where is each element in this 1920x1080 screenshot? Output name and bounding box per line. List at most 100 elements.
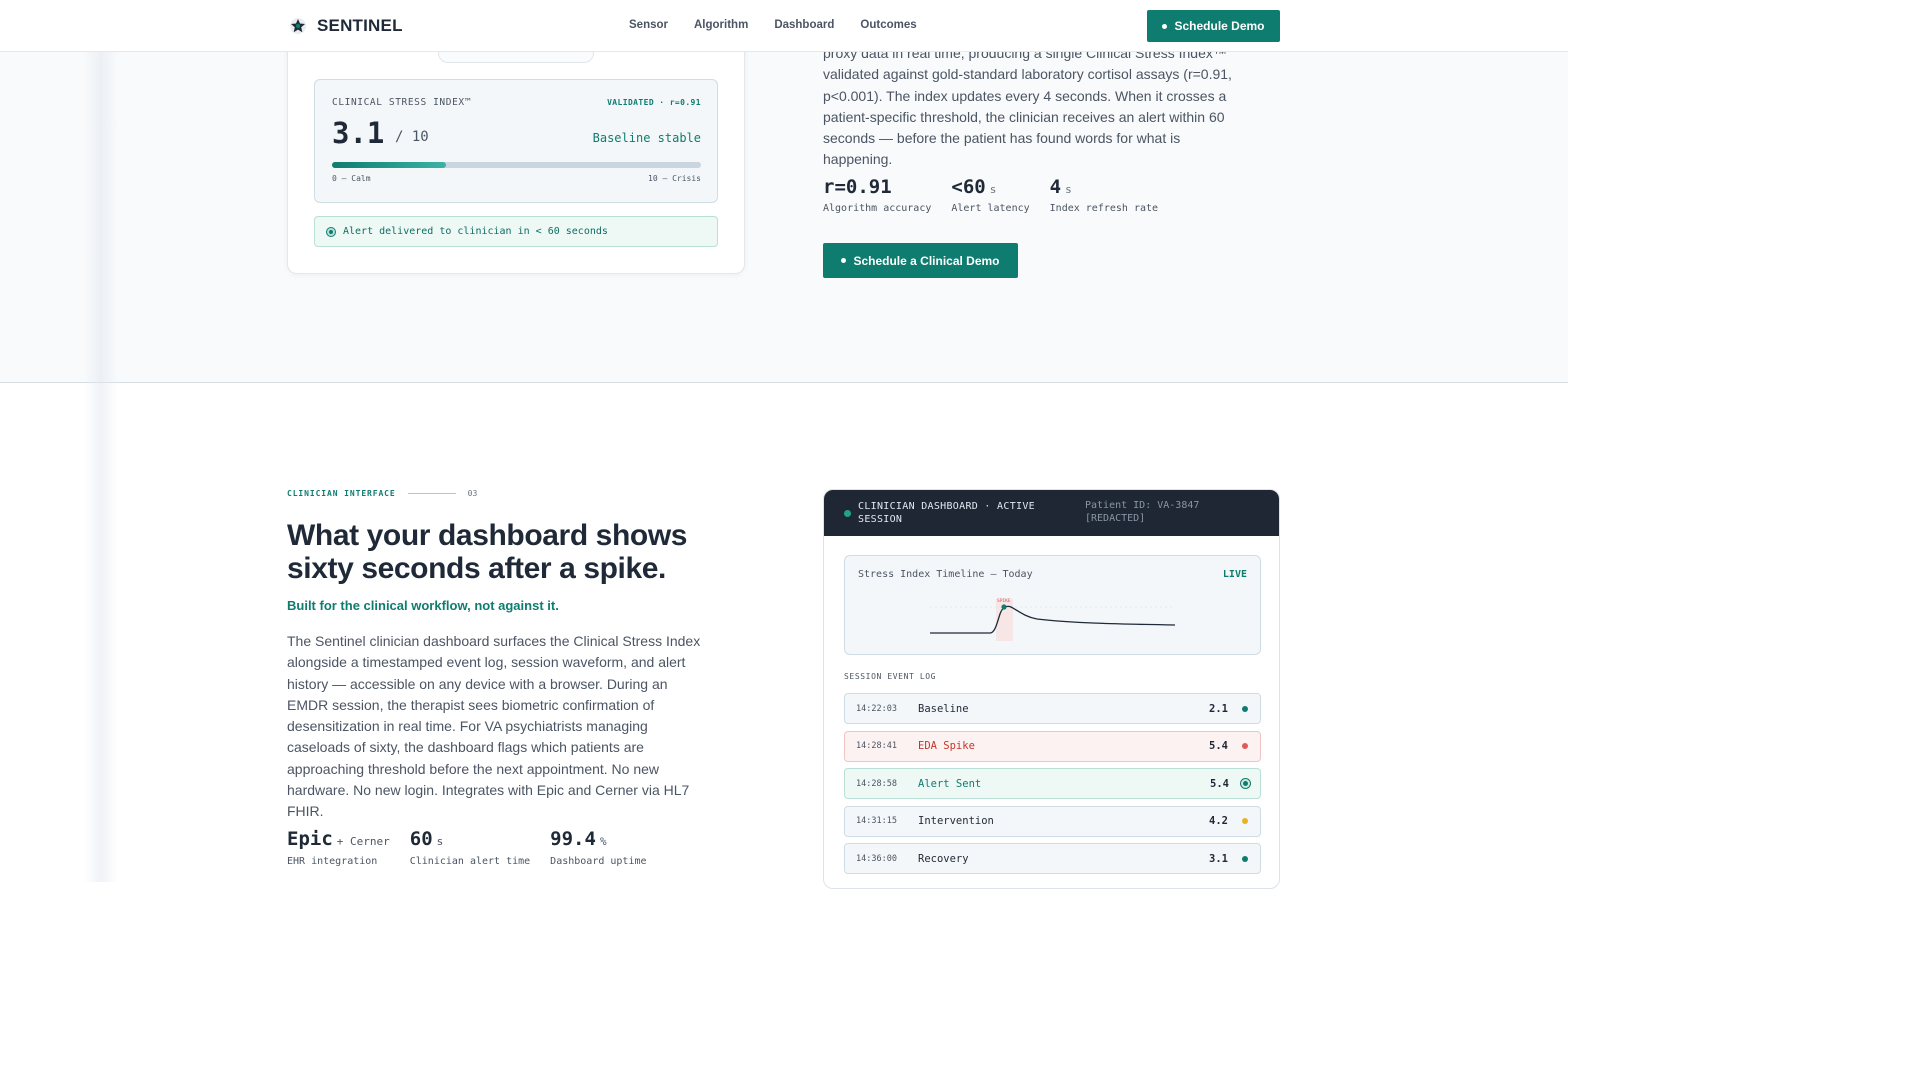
table-row[interactable]: 14:22:03 Baseline 2.1 bbox=[844, 693, 1261, 724]
csi-label: CLINICAL STRESS INDEX™ bbox=[332, 97, 472, 108]
csi-status: Baseline stable bbox=[592, 131, 701, 145]
event-time: 14:22:03 bbox=[856, 703, 897, 714]
event-status-icon bbox=[1242, 743, 1248, 749]
event-status-icon bbox=[1242, 705, 1248, 712]
schedule-clinical-demo-label: Schedule a Clinical Demo bbox=[853, 253, 1000, 268]
nav-link-algorithm[interactable]: Algorithm bbox=[694, 19, 748, 31]
event-value: 3.1 bbox=[1209, 852, 1228, 865]
section-heading: What your dashboard shows sixty seconds … bbox=[287, 519, 688, 585]
validated-badge: VALIDATED · r=0.91 bbox=[607, 98, 701, 107]
intro-stats: r=0.91 Algorithm accuracy <60 s Alert lat… bbox=[823, 176, 1178, 214]
event-time: 14:36:00 bbox=[856, 853, 897, 864]
stat-label: Alert latency bbox=[951, 203, 1030, 214]
event-name: Intervention bbox=[918, 815, 994, 827]
table-row[interactable]: 14:28:41 EDA Spike 5.4 bbox=[844, 730, 1261, 762]
decorative-shade bbox=[84, 0, 118, 882]
csi-value: 3.1 bbox=[332, 116, 385, 150]
bullet-icon bbox=[841, 258, 847, 263]
event-name: Alert Sent bbox=[918, 777, 982, 790]
stat-value: 4 bbox=[1049, 176, 1062, 198]
csi-min-label: 0 — Calm bbox=[332, 174, 371, 183]
event-status-icon bbox=[1242, 818, 1248, 824]
stat-label: Index refresh rate bbox=[1049, 203, 1159, 214]
table-row[interactable]: 14:28:58 Alert Sent 5.4 bbox=[844, 768, 1261, 799]
nav-link-dashboard[interactable]: Dashboard bbox=[774, 19, 834, 31]
csi-progress-fill bbox=[332, 162, 447, 168]
alert-delivered-text: Alert delivered to clinician in < 60 sec… bbox=[343, 226, 608, 237]
csi-progress-track bbox=[332, 162, 701, 168]
table-row[interactable]: 14:31:15 Intervention 4.2 bbox=[844, 805, 1261, 837]
previous-section-band bbox=[0, 0, 1568, 383]
stress-index-card: CLINICAL STRESS INDEX™ VALIDATED · r=0.9… bbox=[287, 20, 745, 274]
stat-label: Algorithm accuracy bbox=[823, 203, 932, 214]
stress-timeline-panel: Stress Index Timeline — Today LIVE SPIKE bbox=[844, 555, 1261, 655]
event-status-icon bbox=[1242, 855, 1248, 862]
stat-ehr: Epic + Cerner EHR integration bbox=[287, 828, 390, 867]
stat-unit: + Cerner bbox=[336, 835, 390, 848]
event-log-label: SESSION EVENT LOG bbox=[844, 672, 937, 681]
stat-label: Clinician alert time bbox=[409, 856, 531, 867]
event-time: 14:28:58 bbox=[856, 778, 897, 789]
eyebrow-divider bbox=[407, 493, 456, 494]
sentinel-logo-icon bbox=[290, 18, 306, 34]
event-value: 4.2 bbox=[1209, 815, 1228, 827]
stat-refresh: 4s Index refresh rate bbox=[1050, 176, 1158, 214]
stat-value: <60 bbox=[951, 176, 986, 198]
stat-alert-time: 60 s Clinician alert time bbox=[410, 828, 530, 867]
stat-uptime: 99.4% Dashboard uptime bbox=[550, 828, 646, 867]
section-number: 03 bbox=[467, 489, 478, 498]
event-status-icon bbox=[1243, 781, 1248, 786]
event-time: 14:31:15 bbox=[856, 816, 897, 826]
patient-id: Patient ID: VA-3847 [REDACTED] bbox=[1085, 500, 1200, 524]
stat-unit: % bbox=[599, 835, 607, 848]
stat-value: r=0.91 bbox=[823, 176, 892, 198]
spike-marker-label: SPIKE bbox=[997, 598, 1011, 604]
eyebrow-text: CLINICIAN INTERFACE bbox=[287, 489, 396, 498]
nav-link-sensor[interactable]: Sensor bbox=[629, 19, 668, 31]
section-paragraph: The Sentinel clinician dashboard surface… bbox=[287, 633, 701, 820]
spike-point bbox=[1001, 604, 1007, 610]
brand[interactable]: SENTINEL bbox=[289, 16, 403, 36]
section-subheading: Built for the clinical workflow, not aga… bbox=[287, 598, 559, 613]
csi-max-label: 10 — Crisis bbox=[648, 174, 701, 183]
schedule-demo-label: Schedule Demo bbox=[1174, 19, 1265, 33]
csi-scale: / 10 bbox=[395, 129, 429, 145]
active-session-icon bbox=[844, 509, 851, 517]
dashboard-header: CLINICIAN DASHBOARD · ACTIVE SESSION Pat… bbox=[824, 490, 1279, 536]
dashboard-stats: Epic + Cerner EHR integration 60 s Clinici… bbox=[287, 828, 667, 867]
clinician-dashboard-card: CLINICIAN DASHBOARD · ACTIVE SESSION Pat… bbox=[823, 489, 1280, 889]
event-name: EDA Spike bbox=[918, 740, 975, 752]
clinical-stress-index-panel: CLINICAL STRESS INDEX™ VALIDATED · r=0.9… bbox=[314, 79, 718, 203]
stat-value: Epic bbox=[287, 828, 333, 850]
event-time: 14:28:41 bbox=[856, 741, 897, 751]
event-value: 5.4 bbox=[1210, 777, 1229, 790]
stat-value: 99.4 bbox=[550, 828, 596, 850]
stat-label: Dashboard uptime bbox=[550, 856, 647, 867]
alert-delivered-banner: Alert delivered to clinician in < 60 sec… bbox=[314, 216, 718, 247]
table-row[interactable]: 14:36:00 Recovery 3.1 bbox=[844, 843, 1261, 874]
brand-name: SENTINEL bbox=[317, 16, 403, 35]
event-value: 2.1 bbox=[1209, 702, 1228, 715]
stress-waveform: SPIKE bbox=[930, 598, 1176, 641]
section-eyebrow: CLINICIAN INTERFACE 03 bbox=[287, 489, 477, 498]
stat-unit: s bbox=[989, 183, 997, 196]
event-name: Recovery bbox=[918, 852, 969, 865]
stress-line bbox=[930, 605, 1176, 634]
intro-paragraph: proxy data in real time, producing a sin… bbox=[823, 45, 1232, 168]
top-nav: SENTINEL Sensor Algorithm Dashboard Outc… bbox=[0, 0, 1568, 52]
alert-status-icon bbox=[327, 227, 335, 236]
stat-value: 60 bbox=[409, 828, 433, 850]
stat-accuracy: r=0.91 Algorithm accuracy bbox=[823, 176, 931, 214]
nav-links: Sensor Algorithm Dashboard Outcomes bbox=[629, 19, 943, 31]
stat-unit: s bbox=[436, 835, 444, 848]
event-name: Baseline bbox=[918, 702, 969, 715]
dashboard-title: CLINICIAN DASHBOARD · ACTIVE SESSION bbox=[858, 501, 1035, 525]
stat-unit: s bbox=[1065, 183, 1072, 196]
stat-label: EHR integration bbox=[287, 856, 378, 867]
bullet-icon bbox=[1162, 23, 1168, 29]
schedule-clinical-demo-button[interactable]: Schedule a Clinical Demo bbox=[823, 243, 1018, 278]
stat-latency: <60 s Alert latency bbox=[951, 176, 1029, 214]
event-value: 5.4 bbox=[1209, 740, 1228, 752]
nav-link-outcomes[interactable]: Outcomes bbox=[860, 19, 916, 31]
schedule-demo-button[interactable]: Schedule Demo bbox=[1147, 10, 1280, 42]
